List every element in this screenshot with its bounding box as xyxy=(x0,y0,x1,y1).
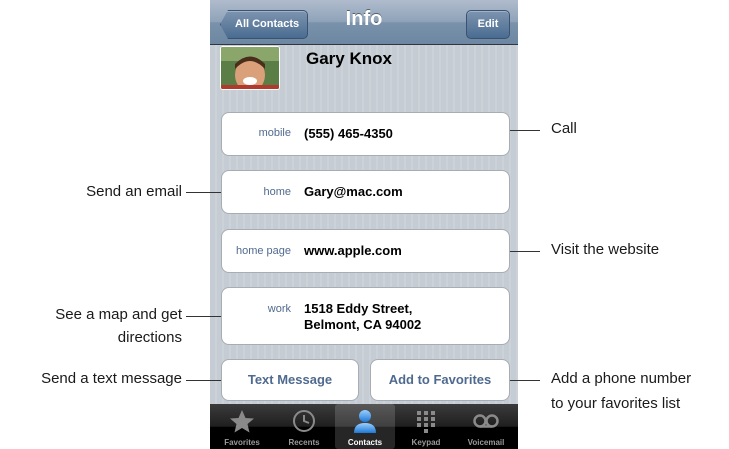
callout-favorites-line2: to your favorites list xyxy=(551,395,681,412)
phone-screen: All Contacts Info Edit Gary Knox mobile … xyxy=(210,0,518,449)
callout-line-favorites xyxy=(510,380,540,381)
callout-line-call xyxy=(510,130,540,131)
contact-name: Gary Knox xyxy=(306,49,392,68)
field-label-home: home xyxy=(263,186,291,198)
tab-recents[interactable]: Recents xyxy=(274,404,334,449)
callout-line-text xyxy=(186,380,221,381)
navigation-bar: All Contacts Info Edit xyxy=(210,0,518,45)
tab-label-favorites: Favorites xyxy=(224,438,260,447)
work-address-line1: 1518 Eddy Street, xyxy=(304,301,413,316)
edit-button[interactable]: Edit xyxy=(466,10,510,39)
callout-favorites-line1: Add a phone number xyxy=(551,370,692,387)
callout-visit-website: Visit the website xyxy=(551,241,660,258)
callout-map-line1: See a map and get xyxy=(55,306,182,323)
home-page-field[interactable]: home page www.apple.com xyxy=(221,229,510,273)
callout-line-email xyxy=(186,192,221,193)
tab-label-keypad: Keypad xyxy=(411,438,441,447)
field-label-mobile: mobile xyxy=(258,127,291,139)
tab-label-recents: Recents xyxy=(288,438,320,447)
contact-photo[interactable] xyxy=(220,46,280,90)
home-page-url: www.apple.com xyxy=(304,243,402,258)
home-email-field[interactable]: home Gary@mac.com xyxy=(221,170,510,214)
mobile-phone-number: (555) 465-4350 xyxy=(304,126,393,141)
callout-text-message: Send a text message xyxy=(41,370,182,387)
tab-contacts[interactable]: Contacts xyxy=(335,404,395,449)
clock-icon xyxy=(293,410,315,432)
callout-line-website xyxy=(510,251,540,252)
voicemail-icon xyxy=(473,414,499,428)
callout-call: Call xyxy=(551,120,577,137)
field-label-home-page: home page xyxy=(235,245,291,257)
text-message-button[interactable]: Text Message xyxy=(221,359,359,401)
tab-label-contacts: Contacts xyxy=(347,438,383,447)
work-address-field[interactable]: work 1518 Eddy Street, Belmont, CA 94002 xyxy=(221,287,510,345)
field-label-work: work xyxy=(267,303,291,315)
tab-favorites[interactable]: Favorites xyxy=(212,404,272,449)
keypad-icon xyxy=(417,411,435,433)
mobile-phone-field[interactable]: mobile (555) 465-4350 xyxy=(221,112,510,156)
person-icon xyxy=(354,410,376,433)
home-email-address: Gary@mac.com xyxy=(304,184,403,199)
tab-voicemail[interactable]: Voicemail xyxy=(456,404,516,449)
star-icon xyxy=(230,410,254,433)
callout-map-line2: directions xyxy=(117,329,182,346)
contact-photo-image xyxy=(221,47,279,89)
work-address-line2: Belmont, CA 94002 xyxy=(304,317,422,332)
callout-line-map xyxy=(186,316,221,317)
tab-bar: Favorites Recents Contacts Keypad Voicem… xyxy=(210,404,518,449)
tab-label-voicemail: Voicemail xyxy=(467,438,505,447)
add-to-favorites-button[interactable]: Add to Favorites xyxy=(370,359,510,401)
tab-keypad[interactable]: Keypad xyxy=(396,404,456,449)
callout-send-email: Send an email xyxy=(86,183,182,200)
